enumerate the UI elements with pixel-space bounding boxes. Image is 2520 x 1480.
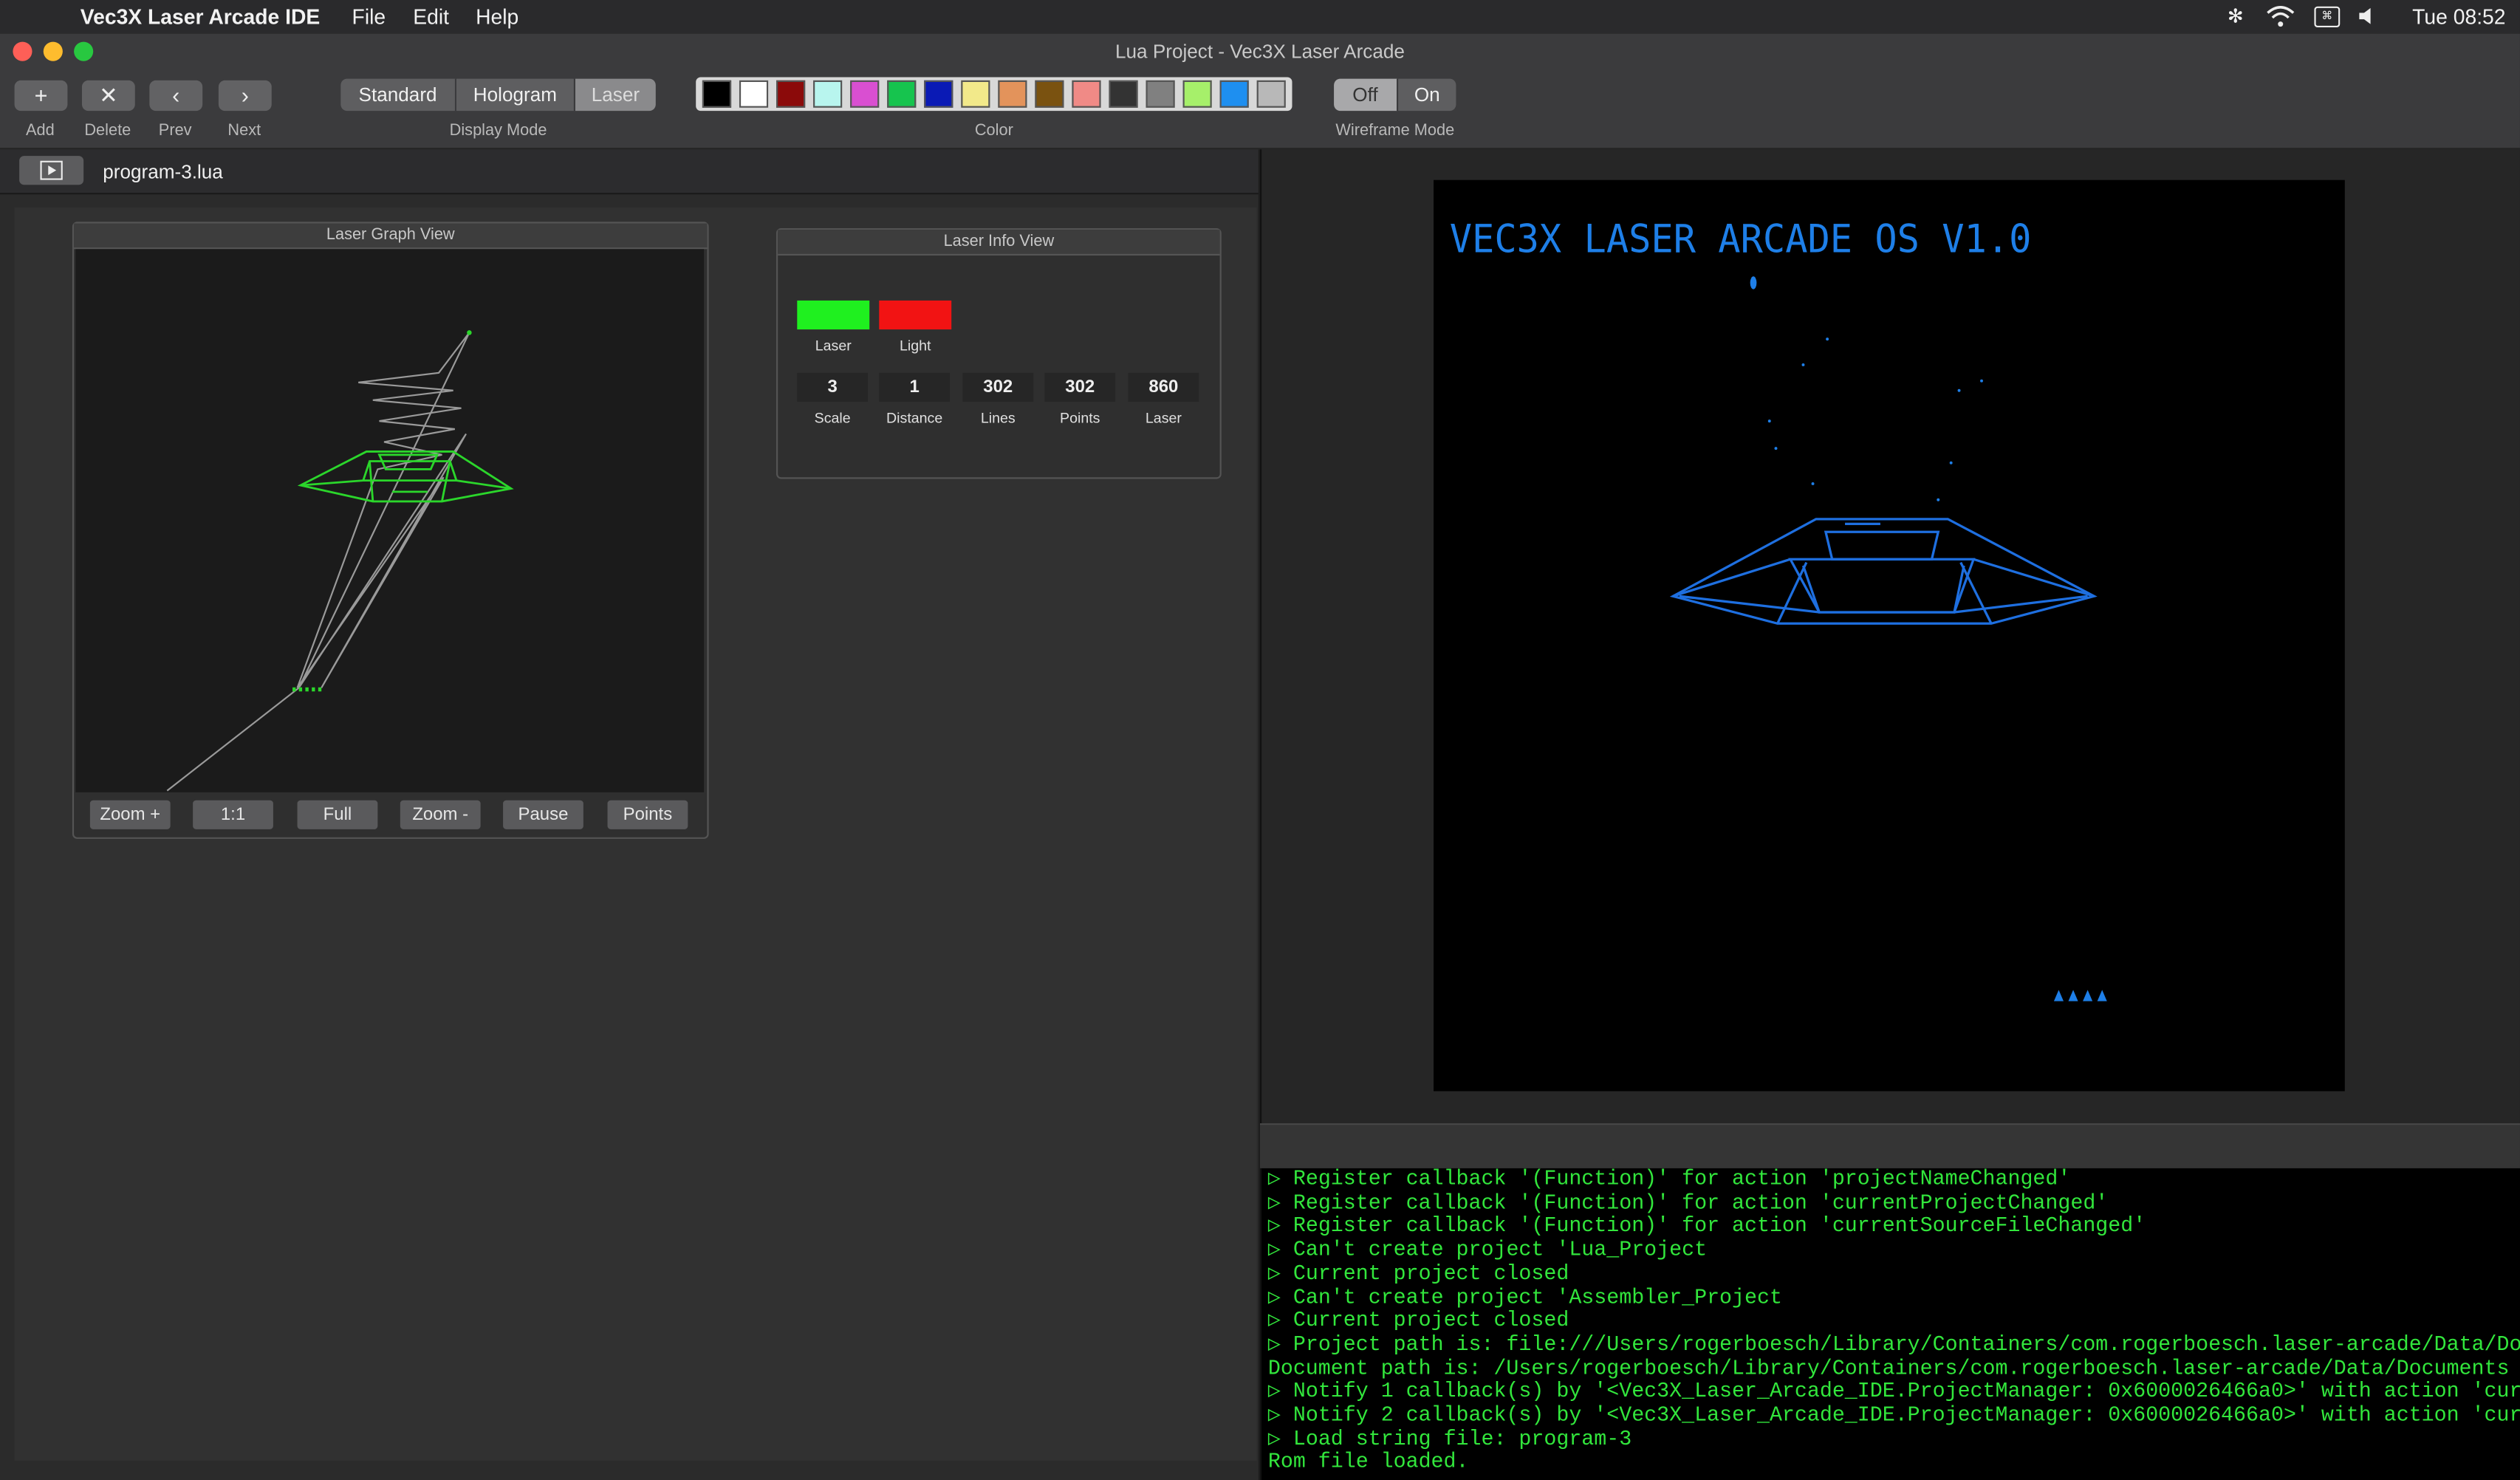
wireframe-off[interactable]: Off [1334, 78, 1399, 112]
menu-bar: Vec3X Laser Arcade IDE File Edit Help ✻ … [0, 0, 2520, 34]
laser-label: Laser [815, 337, 852, 354]
points-button[interactable]: Points [607, 800, 688, 829]
color-swatch-11[interactable] [1072, 80, 1101, 108]
laser-count-label: Laser [1145, 409, 1182, 426]
next-button[interactable]: › [218, 80, 272, 112]
distance-label: Distance [886, 409, 943, 426]
console-line: ▷ Can't create project 'Assembler_Projec… [1267, 1284, 1782, 1309]
clock[interactable]: Tue 08:52 [2412, 5, 2505, 30]
menu-help[interactable]: Help [476, 5, 518, 30]
console-line: ▷ Register callback '(Function)' for act… [1267, 1168, 2071, 1191]
next-label: Next [227, 122, 261, 140]
console-line: ▷ Notify 2 callback(s) by '<Vec3X_Laser_… [1267, 1402, 2520, 1428]
wifi-icon[interactable] [2266, 5, 2295, 27]
laser-path-graphic [166, 330, 514, 792]
chevron-right-icon: › [241, 81, 249, 108]
distance-value: 1 [879, 372, 951, 402]
arcade-vector-graphic: VEC3X LASER ARCADE OS V1.0 [1450, 218, 2107, 1001]
prev-button[interactable]: ‹ [149, 80, 203, 112]
color-swatch-9[interactable] [998, 80, 1027, 108]
delete-button[interactable]: ✕ [81, 80, 135, 112]
lines-value: 302 [962, 372, 1034, 402]
color-swatch-8[interactable] [961, 80, 990, 108]
zoom-in-button[interactable]: Zoom + [89, 800, 171, 829]
display-mode-hologram[interactable]: Hologram [456, 78, 576, 112]
plus-icon: + [34, 81, 48, 108]
console-line: ▷ Current project closed [1267, 1261, 1569, 1286]
prev-label: Prev [158, 122, 192, 140]
input-source-icon[interactable]: ⌘ [2314, 6, 2341, 27]
console-line: ▷ Load string file: program-3 [1267, 1426, 1632, 1451]
points-label: Points [1060, 409, 1100, 426]
wireframe-on[interactable]: On [1398, 78, 1456, 112]
color-swatch-1[interactable] [702, 80, 732, 108]
console-line: ▷ Register callback '(Function)' for act… [1267, 1190, 2109, 1215]
laser-color-swatch[interactable] [797, 300, 870, 330]
lines-label: Lines [980, 409, 1016, 426]
color-swatch-3[interactable] [776, 80, 806, 108]
color-swatch-4[interactable] [813, 80, 843, 108]
color-swatch-10[interactable] [1035, 80, 1064, 108]
file-tab[interactable]: program-3.lua [103, 161, 223, 183]
console-output[interactable]: ▷ Register callback '(Function)' for act… [1259, 1168, 2520, 1480]
zoom-reset-button[interactable]: 1:1 [193, 800, 273, 829]
color-swatch-16[interactable] [1256, 80, 1286, 108]
laser-info-view-title: Laser Info View [778, 230, 1220, 256]
display-mode-laser[interactable]: Laser [575, 78, 656, 112]
color-swatch-7[interactable] [924, 80, 953, 108]
color-swatch-6[interactable] [887, 80, 917, 108]
window-title: Lua Project - Vec3X Laser Arcade [1115, 40, 1405, 63]
console-toolbar [1259, 1123, 2520, 1171]
close-icon: ✕ [99, 81, 118, 108]
color-swatch-2[interactable] [739, 80, 769, 108]
color-label: Color [974, 122, 1013, 140]
console-line: Document path is: /Users/rogerboesch/Lib… [1267, 1355, 2510, 1380]
laser-count-value: 860 [1128, 372, 1199, 402]
scale-value: 3 [797, 372, 869, 402]
arcade-screen[interactable]: VEC3X LASER ARCADE OS V1.0 [1433, 179, 2345, 1092]
color-swatch-12[interactable] [1109, 80, 1138, 108]
display-mode-standard[interactable]: Standard [340, 78, 456, 112]
console-line: ▷ Project path is: file:///Users/rogerbo… [1267, 1332, 2520, 1357]
console-line: ▷ Current project closed [1267, 1308, 1569, 1333]
bluetooth-icon[interactable]: ✻ [2228, 5, 2244, 27]
menu-edit[interactable]: Edit [413, 5, 449, 30]
screen-title: VEC3X LASER ARCADE OS V1.0 [1450, 218, 2032, 262]
display-mode-label: Display Mode [449, 122, 547, 140]
laser-graph-view-title: Laser Graph View [74, 223, 708, 250]
scale-label: Scale [814, 409, 851, 426]
console-line: Rom file loaded. [1267, 1450, 1469, 1475]
color-swatch-14[interactable] [1182, 80, 1212, 108]
zoom-out-button[interactable]: Zoom - [400, 800, 481, 829]
wireframe-label: Wireframe Mode [1335, 122, 1455, 140]
laser-graph-canvas[interactable] [75, 249, 705, 792]
console-line: ▷ Notify 1 callback(s) by '<Vec3X_Laser_… [1267, 1379, 2520, 1404]
app-menu[interactable]: Vec3X Laser Arcade IDE [81, 5, 320, 30]
points-value: 302 [1044, 372, 1116, 402]
run-button[interactable] [19, 156, 84, 185]
zoom-full-button[interactable]: Full [297, 800, 378, 829]
volume-icon[interactable] [2358, 7, 2377, 26]
color-swatch-13[interactable] [1146, 80, 1175, 108]
menu-file[interactable]: File [352, 5, 386, 30]
color-swatch-15[interactable] [1219, 80, 1249, 108]
console-line: ▷ Can't create project 'Lua_Project [1267, 1237, 1708, 1262]
light-label: Light [899, 337, 931, 354]
add-button[interactable]: + [14, 80, 68, 112]
delete-label: Delete [84, 122, 131, 140]
play-icon [40, 160, 63, 180]
chevron-left-icon: ‹ [172, 81, 180, 108]
pause-button[interactable]: Pause [503, 800, 583, 829]
color-swatch-5[interactable] [850, 80, 880, 108]
light-color-swatch[interactable] [879, 300, 952, 330]
console-line: ▷ Register callback '(Function)' for act… [1267, 1213, 2146, 1239]
add-label: Add [26, 122, 55, 140]
